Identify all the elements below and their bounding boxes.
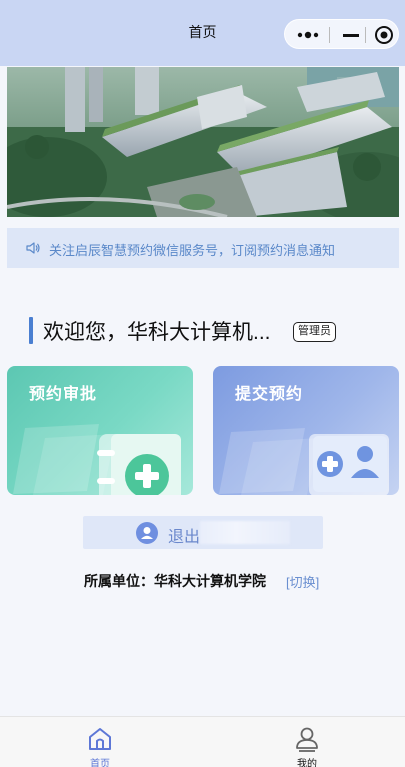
submit-booking-card[interactable]: 提交预约 bbox=[213, 366, 399, 495]
subscribe-notice[interactable]: 关注启辰智慧预约微信服务号，订阅预约消息通知 bbox=[7, 228, 399, 268]
tab-mine[interactable]: 我的 bbox=[267, 717, 347, 767]
submit-card-title: 提交预约 bbox=[235, 386, 304, 403]
capsule-divider bbox=[329, 27, 330, 43]
speaker-icon bbox=[25, 240, 41, 261]
tab-home-label: 首页 bbox=[90, 759, 110, 767]
campus-aerial-image bbox=[7, 67, 399, 217]
person-icon bbox=[294, 726, 320, 757]
home-icon bbox=[87, 726, 113, 757]
notice-text: 关注启辰智慧预约微信服务号，订阅预约消息通知 bbox=[49, 243, 336, 258]
logout-label: 退出 bbox=[168, 529, 201, 546]
more-icon[interactable] bbox=[293, 20, 327, 50]
close-target-icon[interactable] bbox=[371, 20, 397, 50]
mini-program-capsule bbox=[284, 19, 399, 49]
user-icon bbox=[136, 522, 158, 549]
redacted-username bbox=[200, 521, 290, 544]
tab-mine-label: 我的 bbox=[297, 759, 317, 767]
minimize-icon[interactable] bbox=[337, 20, 363, 50]
nav-bar: 首页 bbox=[0, 0, 405, 66]
role-badge: 管理员 bbox=[293, 322, 336, 342]
switch-affiliation-link[interactable]: [切换] bbox=[286, 572, 319, 591]
welcome-accent-bar bbox=[29, 317, 33, 344]
logout-button[interactable]: 退出 bbox=[83, 516, 323, 549]
welcome-text: 欢迎您，华科大计算机... bbox=[43, 321, 271, 344]
tab-bar: 首页 我的 bbox=[0, 716, 405, 767]
approval-card[interactable]: 预约审批 bbox=[7, 366, 193, 495]
approval-card-title: 预约审批 bbox=[29, 386, 98, 403]
capsule-divider bbox=[365, 27, 366, 43]
affiliation-text: 所属单位：华科大计算机学院 bbox=[84, 573, 266, 589]
campus-banner[interactable] bbox=[7, 67, 399, 217]
tab-home[interactable]: 首页 bbox=[60, 717, 140, 767]
